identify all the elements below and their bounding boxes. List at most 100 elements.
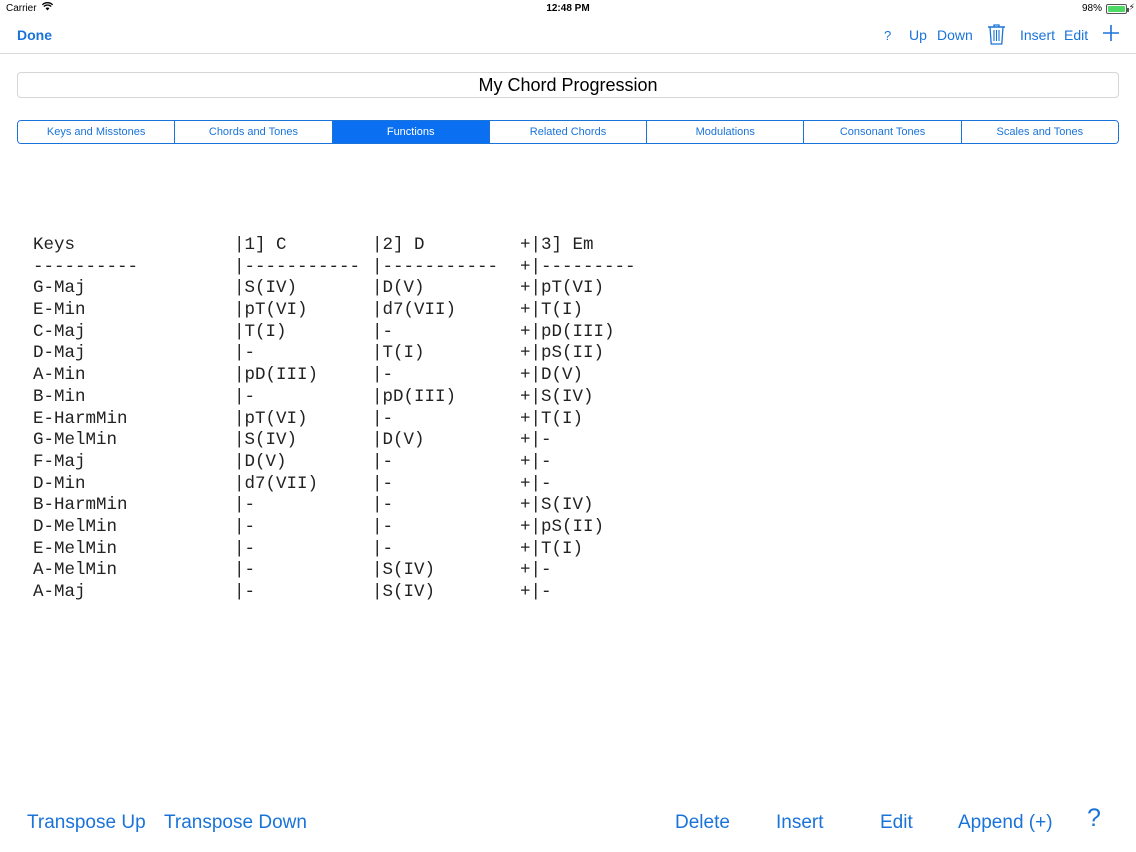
table-cell: |- <box>372 495 394 516</box>
table-cell: +|- <box>520 473 552 494</box>
table-cell: B-HarmMin <box>33 495 128 516</box>
table-cell: |- <box>234 516 256 537</box>
edit-button[interactable]: Edit <box>1064 27 1088 43</box>
delete-button[interactable]: Delete <box>675 812 730 834</box>
table-separator-row: ---------- |----------- |----------- +|----… <box>33 257 636 279</box>
table-cell: +|D(V) <box>520 365 584 386</box>
done-button[interactable]: Done <box>17 27 52 43</box>
table-cell: +|S(IV) <box>520 495 594 516</box>
table-cell: |d7(VII) <box>372 300 457 321</box>
transpose-up-button[interactable]: Transpose Up <box>27 812 146 834</box>
table-cell: |pT(VI) <box>234 408 308 429</box>
table-cell: C-Maj <box>33 321 86 342</box>
table-cell: |- <box>372 516 394 537</box>
tab-keys-and-misstones[interactable]: Keys and Misstones <box>18 121 176 143</box>
table-cell: +|3] Em <box>520 235 594 255</box>
table-header-row: Keys |1] C |2] D +|3] Em <box>33 235 636 257</box>
table-cell: |1] C <box>234 235 287 255</box>
table-cell: +|--------- <box>520 256 636 277</box>
table-row: G-MelMin |S(IV) |D(V) +|- <box>33 430 636 452</box>
table-cell: +|S(IV) <box>520 386 594 407</box>
bottom-help-button[interactable]: ? <box>1087 804 1101 833</box>
table-row: E-HarmMin |pT(VI) |- +|T(I) <box>33 409 636 431</box>
table-cell: |- <box>234 560 256 581</box>
table-cell: |T(I) <box>234 321 287 342</box>
table-cell: D-MelMin <box>33 516 118 537</box>
trash-icon[interactable] <box>987 23 1006 48</box>
table-row: D-MelMin |- |- +|pS(II) <box>33 517 636 539</box>
table-cell: +|pD(III) <box>520 321 615 342</box>
table-cell: +|- <box>520 430 552 451</box>
table-cell: +|pS(II) <box>520 516 605 537</box>
table-cell: |----------- <box>372 256 499 277</box>
insert-chord-button[interactable]: Insert <box>776 812 824 834</box>
tab-scales-and-tones[interactable]: Scales and Tones <box>961 121 1118 143</box>
table-cell: |- <box>372 538 394 559</box>
table-cell: D-Maj <box>33 343 86 364</box>
table-cell: +|T(I) <box>520 408 584 429</box>
table-row: G-Maj |S(IV) |D(V) +|pT(VI) <box>33 278 636 300</box>
table-row: A-Min |pD(III) |- +|D(V) <box>33 365 636 387</box>
table-cell: +|- <box>520 451 552 472</box>
table-cell: A-Min <box>33 365 86 386</box>
table-cell: |D(V) <box>234 451 287 472</box>
table-cell: |- <box>372 321 394 342</box>
table-cell: |pT(VI) <box>234 300 308 321</box>
table-cell: |d7(VII) <box>234 473 319 494</box>
table-cell: |- <box>234 386 256 407</box>
table-cell: |- <box>234 538 256 559</box>
table-cell: |S(IV) <box>234 430 298 451</box>
table-cell: |- <box>234 343 256 364</box>
table-cell: |T(I) <box>372 343 425 364</box>
status-bar: Carrier 12:48 PM 98% ⚡ <box>0 0 1136 18</box>
table-cell: +|- <box>520 560 552 581</box>
table-cell: +|pT(VI) <box>520 278 605 299</box>
transpose-down-button[interactable]: Transpose Down <box>164 812 307 834</box>
tab-modulations[interactable]: Modulations <box>647 121 805 143</box>
progression-title-field[interactable]: My Chord Progression <box>17 72 1119 98</box>
table-cell: |2] D <box>372 235 425 255</box>
functions-table: Keys |1] C |2] D +|3] Em ---------- |--------… <box>33 235 636 604</box>
tab-functions[interactable]: Functions <box>332 121 490 143</box>
table-cell: +|T(I) <box>520 300 584 321</box>
table-cell: |- <box>372 473 394 494</box>
append-button[interactable]: Append (+) <box>958 812 1053 834</box>
tab-consonant-tones[interactable]: Consonant Tones <box>804 121 962 143</box>
add-icon[interactable] <box>1102 24 1120 45</box>
table-row: D-Min |d7(VII) |- +|- <box>33 474 636 496</box>
clock: 12:48 PM <box>546 3 590 14</box>
table-cell: F-Maj <box>33 451 86 472</box>
table-cell: |pD(III) <box>234 365 319 386</box>
insert-button[interactable]: Insert <box>1020 27 1055 43</box>
table-cell: |pD(III) <box>372 386 457 407</box>
move-down-button[interactable]: Down <box>937 27 973 43</box>
view-segmented-control: Keys and Misstones Chords and Tones Functi… <box>17 120 1119 144</box>
table-cell: |S(IV) <box>372 560 436 581</box>
table-cell: G-MelMin <box>33 430 118 451</box>
tab-related-chords[interactable]: Related Chords <box>489 121 648 143</box>
table-row: B-Min |- |pD(III) +|S(IV) <box>33 387 636 409</box>
table-cell: B-Min <box>33 386 86 407</box>
table-cell: |S(IV) <box>234 278 298 299</box>
table-cell: |----------- <box>234 256 361 277</box>
table-cell: |- <box>372 451 394 472</box>
table-cell: |S(IV) <box>372 582 436 602</box>
table-row: E-Min |pT(VI) |d7(VII) +|T(I) <box>33 300 636 322</box>
table-cell: E-MelMin <box>33 538 118 559</box>
table-cell: A-MelMin <box>33 560 118 581</box>
table-cell: G-Maj <box>33 278 86 299</box>
table-cell: |- <box>372 365 394 386</box>
battery-percent: 98% <box>1081 3 1102 14</box>
help-button[interactable]: ? <box>884 28 891 43</box>
table-cell: |D(V) <box>372 278 425 299</box>
table-row: B-HarmMin |- |- +|S(IV) <box>33 495 636 517</box>
tab-chords-and-tones[interactable]: Chords and Tones <box>175 121 333 143</box>
table-row: E-MelMin |- |- +|T(I) <box>33 539 636 561</box>
table-cell: |- <box>372 408 394 429</box>
table-cell: ---------- <box>33 256 139 277</box>
move-up-button[interactable]: Up <box>909 27 927 43</box>
navigation-bar: Done ? Up Down Insert Edit <box>0 18 1136 54</box>
table-cell: E-HarmMin <box>33 408 128 429</box>
edit-chord-button[interactable]: Edit <box>880 812 913 834</box>
table-cell: +|T(I) <box>520 538 584 559</box>
